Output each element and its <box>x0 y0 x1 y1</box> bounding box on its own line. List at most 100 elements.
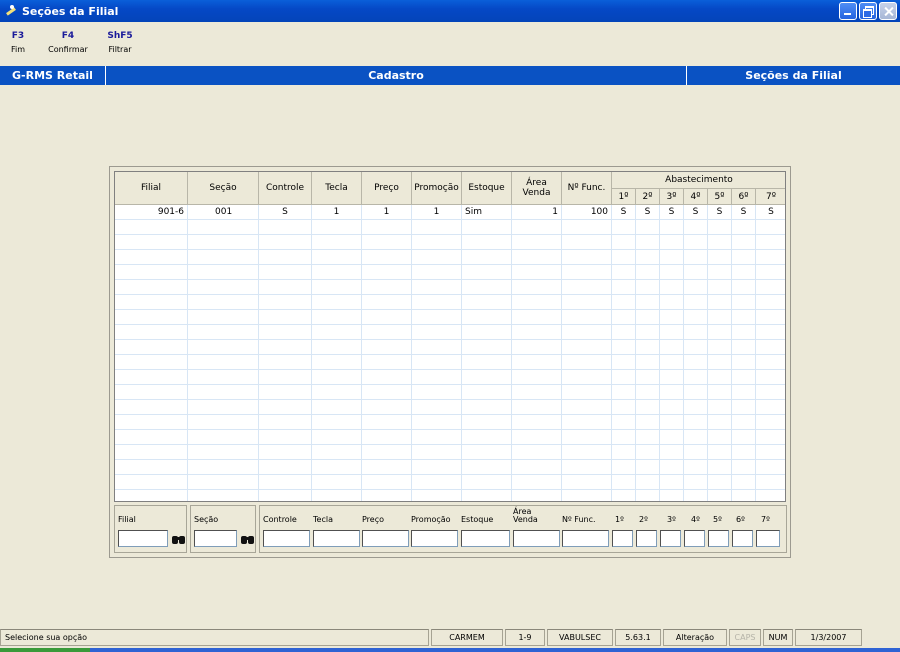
table-row[interactable] <box>115 250 785 265</box>
secoes-grid[interactable]: Filial Seção Controle Tecla Preço Promoç… <box>114 171 786 502</box>
table-row[interactable] <box>115 460 785 475</box>
function-key-bar: F3 Fim F4 Confirmar ShF5 Filtrar <box>0 30 140 62</box>
filter-promocao-input[interactable] <box>411 530 458 547</box>
col-header-day-2[interactable]: 2º <box>636 189 660 205</box>
empty-cell <box>636 490 660 501</box>
table-row[interactable] <box>115 430 785 445</box>
filter-day-5-input[interactable] <box>708 530 729 547</box>
table-row[interactable] <box>115 385 785 400</box>
empty-cell <box>115 340 188 355</box>
empty-cell <box>562 370 612 385</box>
empty-cell <box>756 475 785 490</box>
table-row[interactable] <box>115 310 785 325</box>
table-row[interactable] <box>115 400 785 415</box>
confirmar-button[interactable]: F4 Confirmar <box>36 30 100 62</box>
empty-cell <box>259 370 312 385</box>
empty-cell <box>636 415 660 430</box>
table-row[interactable] <box>115 490 785 501</box>
table-row[interactable] <box>115 295 785 310</box>
filter-preco-input[interactable] <box>362 530 409 547</box>
col-header-estoque[interactable]: Estoque <box>462 172 512 205</box>
empty-cell <box>684 460 708 475</box>
empty-cell <box>756 325 785 340</box>
empty-cell <box>259 310 312 325</box>
close-button[interactable] <box>879 2 897 20</box>
filter-day-6-input[interactable] <box>732 530 753 547</box>
col-header-preco[interactable]: Preço <box>362 172 412 205</box>
empty-cell <box>562 355 612 370</box>
fkey-code: F3 <box>11 31 25 41</box>
restore-button[interactable] <box>859 2 877 20</box>
empty-cell <box>636 460 660 475</box>
col-header-promocao[interactable]: Promoção <box>412 172 462 205</box>
empty-cell <box>708 265 732 280</box>
col-header-day-4[interactable]: 4º <box>684 189 708 205</box>
binoculars-icon[interactable] <box>239 531 255 545</box>
empty-cell <box>188 310 259 325</box>
empty-cell <box>115 235 188 250</box>
table-row[interactable]: 901-6 001 S 1 1 1 Sim 1 100 S S S S S S … <box>115 205 785 220</box>
col-header-day-7[interactable]: 7º <box>756 189 785 205</box>
filter-secao-input[interactable] <box>194 530 237 547</box>
empty-cell <box>732 235 756 250</box>
cell-secao: 001 <box>188 205 259 220</box>
fkey-label: Fim <box>10 45 26 54</box>
col-header-day-5[interactable]: 5º <box>708 189 732 205</box>
filter-nfunc-input[interactable] <box>562 530 609 547</box>
filter-day-2-input[interactable] <box>636 530 657 547</box>
table-row[interactable] <box>115 445 785 460</box>
table-row[interactable] <box>115 220 785 235</box>
table-row[interactable] <box>115 355 785 370</box>
filter-tecla-input[interactable] <box>313 530 360 547</box>
table-row[interactable] <box>115 370 785 385</box>
filter-day-1-input[interactable] <box>612 530 633 547</box>
empty-cell <box>115 430 188 445</box>
filter-filial-input[interactable] <box>118 530 168 547</box>
empty-cell <box>562 310 612 325</box>
empty-cell <box>756 460 785 475</box>
col-header-day-6[interactable]: 6º <box>732 189 756 205</box>
col-header-day-1[interactable]: 1º <box>612 189 636 205</box>
empty-cell <box>188 415 259 430</box>
empty-cell <box>512 445 562 460</box>
binoculars-icon[interactable] <box>170 531 186 545</box>
col-header-area-venda[interactable]: Área Venda <box>512 172 562 205</box>
filter-day-3-input[interactable] <box>660 530 681 547</box>
filtrar-button[interactable]: ShF5 Filtrar <box>100 30 140 62</box>
col-header-controle[interactable]: Controle <box>259 172 312 205</box>
empty-cell <box>612 370 636 385</box>
screen-name: Seções da Filial <box>745 69 842 82</box>
empty-cell <box>259 460 312 475</box>
table-row[interactable] <box>115 415 785 430</box>
table-row[interactable] <box>115 340 785 355</box>
empty-cell <box>562 385 612 400</box>
empty-cell <box>612 340 636 355</box>
empty-cell <box>188 475 259 490</box>
status-message: Selecione sua opção <box>0 629 429 646</box>
filter-day-7-input[interactable] <box>756 530 780 547</box>
col-header-nfunc[interactable]: Nº Func. <box>562 172 612 205</box>
empty-cell <box>612 400 636 415</box>
empty-cell <box>708 490 732 501</box>
col-header-secao[interactable]: Seção <box>188 172 259 205</box>
filter-controle-input[interactable] <box>263 530 310 547</box>
empty-cell <box>312 490 362 501</box>
table-row[interactable] <box>115 325 785 340</box>
table-row[interactable] <box>115 280 785 295</box>
table-row[interactable] <box>115 265 785 280</box>
filter-day-4-input[interactable] <box>684 530 705 547</box>
empty-cell <box>412 415 462 430</box>
empty-cell <box>115 220 188 235</box>
table-row[interactable] <box>115 235 785 250</box>
col-header-filial[interactable]: Filial <box>115 172 188 205</box>
table-row[interactable] <box>115 475 785 490</box>
filter-estoque-input[interactable] <box>461 530 510 547</box>
col-header-day-3[interactable]: 3º <box>660 189 684 205</box>
fim-button[interactable]: F3 Fim <box>0 30 36 62</box>
empty-cell <box>684 250 708 265</box>
empty-cell <box>684 385 708 400</box>
minimize-button[interactable] <box>839 2 857 20</box>
filter-area-input[interactable] <box>513 530 560 547</box>
col-header-tecla[interactable]: Tecla <box>312 172 362 205</box>
empty-cell <box>612 250 636 265</box>
